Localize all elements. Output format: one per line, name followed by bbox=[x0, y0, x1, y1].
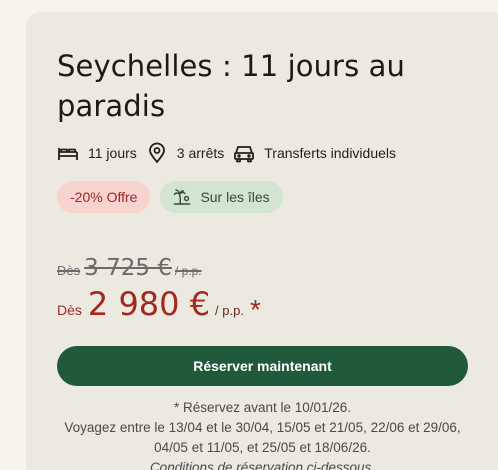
original-price-prefix: Dès bbox=[57, 263, 81, 278]
theme-badge-label: Sur les îles bbox=[200, 189, 270, 205]
theme-badge: Sur les îles bbox=[160, 181, 283, 213]
original-price-amount: 3 725 € bbox=[84, 255, 172, 281]
feature-label: 11 jours bbox=[88, 145, 137, 161]
travel-dates-note: Voyagez entre le 13/04 et le 30/04, 15/0… bbox=[64, 420, 461, 455]
original-price-unit: / p.p. bbox=[174, 264, 202, 278]
feature-transfers: Transferts individuels bbox=[233, 142, 396, 164]
feature-duration: 11 jours bbox=[57, 142, 137, 164]
booking-deadline-note: * Réservez avant le 10/01/26. bbox=[173, 400, 352, 415]
features-row: 11 jours 3 arrêts Transferts individuels bbox=[57, 141, 498, 165]
discounted-price-prefix: Dès bbox=[57, 302, 82, 318]
discounted-price-unit: / p.p. bbox=[215, 303, 244, 318]
bed-icon bbox=[57, 142, 79, 164]
discounted-price: Dès 2 980 € / p.p. * bbox=[57, 285, 498, 325]
book-now-button[interactable]: Réserver maintenant bbox=[57, 346, 468, 386]
location-pin-icon bbox=[146, 142, 168, 164]
badges-row: -20% Offre Sur les îles bbox=[57, 181, 498, 213]
offer-title: Seychelles : 11 jours au paradis bbox=[57, 49, 405, 123]
feature-stops: 3 arrêts bbox=[146, 142, 224, 164]
feature-label: 3 arrêts bbox=[176, 145, 225, 161]
palm-island-icon bbox=[173, 188, 191, 206]
offer-card: Seychelles : 11 jours au paradis 11 jour… bbox=[26, 12, 498, 470]
original-price: Dès 3 725 € / p.p. bbox=[57, 255, 498, 281]
feature-label: Transferts individuels bbox=[264, 145, 397, 161]
car-icon bbox=[233, 142, 255, 164]
offer-badge: -20% Offre bbox=[57, 181, 151, 213]
booking-notes: * Réservez avant le 10/01/26. Voyagez en… bbox=[57, 398, 468, 470]
price-footnote-asterisk: * bbox=[249, 294, 261, 325]
booking-conditions-note: Conditions de réservation ci-dessous. bbox=[149, 460, 376, 470]
discounted-price-amount: 2 980 € bbox=[87, 285, 211, 323]
